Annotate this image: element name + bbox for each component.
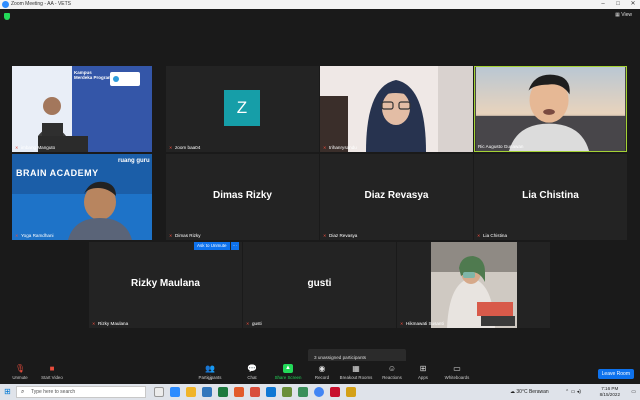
participant-name-label: ✕ Diaz Revasya [323,232,358,238]
participants-button[interactable]: 👥11 Participants [190,364,230,381]
participant-tile[interactable]: Dimas Rizky ✕ Dimas Rizky [166,154,319,240]
ask-to-unmute-button[interactable]: Ask to Unmute [194,242,230,250]
zoom-taskbar-icon[interactable] [170,387,180,397]
mic-muted-icon: ✕ [92,320,96,326]
firefox-icon[interactable] [250,387,260,397]
avatar: Z [224,90,260,126]
participant-tile[interactable]: ✕ trihanrysandu [320,66,473,152]
banner-text: Kampus Merdeka Program [74,70,113,80]
chat-button[interactable]: 💬 Chat [232,364,272,380]
banner-text: BRAIN ACADEMY [16,168,99,178]
mic-muted-icon: ✕ [323,144,327,150]
participant-display-name: gusti [307,278,332,289]
breakout-rooms-icon: ▦ [352,364,360,373]
word-icon[interactable] [202,387,212,397]
participant-tile[interactable]: BRAIN ACADEMY ruang guru ✕ Yoga Ramdhani [12,154,165,240]
minimize-button[interactable]: – [596,0,610,9]
taskbar-search-input[interactable]: ⌕ Type here to search [16,386,146,398]
mic-off-icon: 🎙 [15,364,26,373]
mic-muted-icon: ✕ [400,320,404,326]
participant-tile[interactable]: Kampus Merdeka Program ✕ imbang Manguto [12,66,165,152]
participant-tile[interactable]: gusti ✕ gusti [243,242,396,328]
participant-display-name: Lia Chistina [522,190,579,201]
chat-icon: 💬 [247,364,257,373]
mic-muted-icon: ✕ [169,232,173,238]
windows-taskbar: ⊞ ⌕ Type here to search ☁ 30°C Berawan ⌃ … [0,384,640,400]
video-off-icon: ■ [49,364,55,373]
task-view-icon[interactable] [154,387,164,397]
participants-icon: 👥11 [205,364,215,381]
whiteboards-button[interactable]: ▭ Whiteboards [437,364,477,380]
leave-room-button[interactable]: Leave Room [597,369,634,379]
mic-muted-icon: ✕ [15,232,19,238]
video-feed [320,66,473,152]
tile-more-button[interactable]: ··· [230,242,240,250]
app-icon[interactable] [298,387,308,397]
participant-name-label: ✕ Rizky Maulana [92,320,129,326]
view-button[interactable]: ▦ View [615,12,632,18]
meeting-stage: ▦ View Kampus Merdeka Program ✕ imbang Ma… [0,9,640,367]
window-titlebar: Zoom Meeting - AA - VETS – □ ✕ [0,0,640,9]
participant-display-name: Dimas Rizky [213,190,272,201]
record-icon: ◉ [318,364,326,373]
maximize-button[interactable]: □ [611,0,625,9]
participant-name-label: ✕ trihanrysandu [323,144,357,150]
participant-tile[interactable]: ✕ Hikmawati Susanti [397,242,550,328]
meeting-toolbar: 🎙 Unmute ■ Start Video 👥11 Participants 💬 Ch… [0,361,640,384]
mic-muted-icon: ✕ [477,232,481,238]
participant-name-label: ✕ Dimas Rizky [169,232,201,238]
breakout-rooms-button[interactable]: ▦ Breakout Rooms [336,364,376,380]
excel-icon[interactable] [218,387,228,397]
windows-start-icon[interactable]: ⊞ [4,388,12,396]
weather-indicator[interactable]: ☁ 30°C Berawan [510,384,549,400]
participant-name-label: Ric Augusto Gunawan [478,144,524,149]
whiteboard-icon: ▭ [453,364,461,373]
participant-tile[interactable]: Z ✕ zoom baa04 [166,66,319,152]
share-screen-icon: ▲ [283,364,293,373]
participant-name-label: ✕ Hikmawati Susanti [400,320,444,326]
participant-tile[interactable]: Lia Chistina ✕ Lia Chistina [474,154,627,240]
mic-muted-icon: ✕ [246,320,250,326]
ask-to-unmute-group: Ask to Unmute ··· [194,242,240,250]
pdf-reader-icon[interactable] [330,387,340,397]
window-title: Zoom Meeting - AA - VETS [11,1,72,7]
search-icon: ⌕ [21,389,25,395]
powerpoint-icon[interactable] [234,387,244,397]
participant-name-label: ✕ imbang Manguto [15,144,56,150]
participant-name-label: ✕ zoom baa04 [169,144,201,150]
video-feed [12,154,165,240]
mic-muted-icon: ✕ [15,144,19,150]
video-feed [397,242,550,328]
participant-tile[interactable]: Diaz Revasya ✕ Diaz Revasya [320,154,473,240]
video-feed [475,67,626,151]
participant-name-label: ✕ Yoga Ramdhani [15,232,54,238]
edge-icon[interactable] [266,387,276,397]
notifications-icon[interactable]: ▭ [631,384,636,400]
app-icon[interactable] [346,387,356,397]
start-video-button[interactable]: ■ Start Video [32,364,72,380]
banner-text-secondary: ruang guru [118,158,150,164]
chrome-icon[interactable] [314,387,324,397]
zoom-app-icon [2,1,9,8]
mic-muted-icon: ✕ [169,144,173,150]
store-icon[interactable] [282,387,292,397]
participant-tile-active-speaker[interactable]: Ric Augusto Gunawan [474,66,627,152]
tray-icons[interactable]: ⌃ ▭ ◂) [565,384,581,400]
participant-name-label: ✕ gusti [246,320,262,326]
participant-name-label: ✕ Lia Chistina [477,232,508,238]
mic-muted-icon: ✕ [323,232,327,238]
participant-display-name: Diaz Revasya [364,190,429,201]
security-shield-icon[interactable] [4,13,10,20]
apps-icon: ⊞ [419,364,427,373]
close-button[interactable]: ✕ [626,0,640,9]
taskbar-clock[interactable]: 7:16 PM 8/15/2022 [600,386,620,398]
weather-icon: ☁ [510,389,515,395]
participant-tile[interactable]: Rizky Maulana ✕ Rizky Maulana [89,242,242,328]
file-explorer-icon[interactable] [186,387,196,397]
reactions-icon: ☺ [387,364,397,373]
participant-display-name: Rizky Maulana [131,278,200,289]
